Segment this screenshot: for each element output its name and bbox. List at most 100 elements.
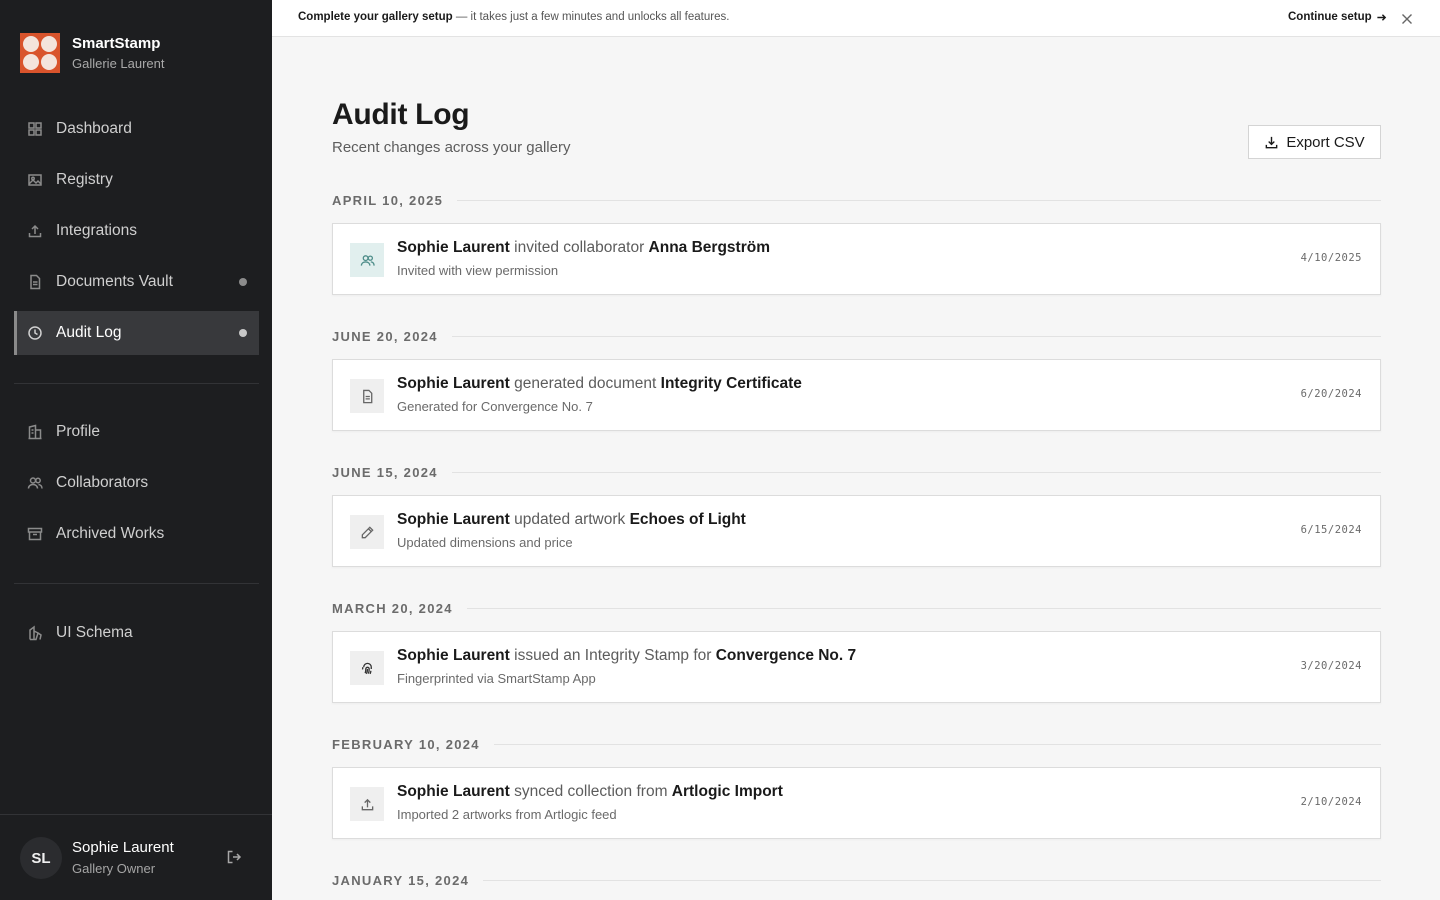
sidebar-item-documents-vault[interactable]: Documents Vault: [14, 260, 259, 304]
audit-entry-date: 4/10/2025: [1300, 252, 1362, 264]
date-group-label: APRIL 10, 2025: [332, 193, 1381, 208]
audit-entry[interactable]: Sophie Laurent invited collaborator Anna…: [332, 223, 1381, 295]
sidebar-item-label: Profile: [56, 423, 100, 440]
audit-entry-headline: Sophie Laurent issued an Integrity Stamp…: [397, 647, 856, 665]
audit-entry-date: 6/20/2024: [1300, 388, 1362, 400]
action-text: issued an Integrity Stamp for: [509, 647, 716, 664]
target-name: Integrity Certificate: [660, 375, 802, 392]
audit-entry-headline: Sophie Laurent synced collection from Ar…: [397, 783, 783, 801]
download-icon: [1265, 136, 1278, 148]
audit-entry[interactable]: Sophie Laurent synced collection from Ar…: [332, 767, 1381, 839]
sidebar-item-label: Collaborators: [56, 474, 149, 491]
arrow-right-icon: [1377, 13, 1386, 21]
target-name: Anna Bergström: [648, 239, 770, 256]
sidebar-item-audit-log[interactable]: Audit Log: [14, 311, 259, 355]
audit-entry-detail: Fingerprinted via SmartStamp App: [397, 671, 596, 686]
users-icon: [26, 474, 44, 492]
sidebar-divider: [14, 583, 259, 584]
audit-entry-detail: Generated for Convergence No. 7: [397, 399, 593, 414]
date-group-label: JUNE 15, 2024: [332, 465, 1381, 480]
archive-icon: [26, 525, 44, 543]
export-csv-button[interactable]: Export CSV: [1248, 125, 1381, 159]
continue-setup-label: Continue setup: [1288, 11, 1372, 23]
sidebar-item-label: Documents Vault: [56, 273, 173, 290]
tertiary-nav: UI Schema: [14, 611, 259, 662]
notification-dot: [239, 278, 247, 286]
audit-entry-headline: Sophie Laurent invited collaborator Anna…: [397, 239, 770, 257]
sidebar-item-label: UI Schema: [56, 624, 133, 641]
audit-entry-headline: Sophie Laurent generated document Integr…: [397, 375, 802, 393]
sidebar-item-ui-schema[interactable]: UI Schema: [14, 611, 259, 655]
date-group-text: JANUARY 15, 2024: [332, 873, 470, 888]
action-text: invited collaborator: [509, 239, 649, 256]
sidebar-item-profile[interactable]: Profile: [14, 410, 259, 454]
notification-dot: [239, 329, 247, 337]
action-text: synced collection from: [509, 783, 672, 800]
building-icon: [26, 423, 44, 441]
sidebar-divider: [14, 383, 259, 384]
audit-entry-headline: Sophie Laurent updated artwork Echoes of…: [397, 511, 746, 529]
banner-message: Complete your gallery setup — it takes j…: [298, 11, 729, 23]
date-group-text: JUNE 20, 2024: [332, 329, 438, 344]
document-icon: [26, 273, 44, 291]
sidebar-item-label: Archived Works: [56, 525, 165, 542]
audit-entry-date: 2/10/2024: [1300, 796, 1362, 808]
actor-name: Sophie Laurent: [397, 647, 510, 664]
divider-line: [466, 608, 1381, 609]
sidebar: SmartStamp Gallerie Laurent Dashboard Re…: [0, 0, 272, 900]
avatar[interactable]: SL: [20, 837, 62, 879]
divider-line: [451, 472, 1381, 473]
close-icon[interactable]: [1401, 12, 1413, 24]
users-icon: [350, 243, 384, 277]
brand-name: SmartStamp: [72, 34, 161, 52]
banner-text: — it takes just a few minutes and unlock…: [452, 11, 730, 23]
date-group-text: MARCH 20, 2024: [332, 601, 453, 616]
user-panel: SL Sophie Laurent Gallery Owner: [0, 814, 272, 900]
upload-icon: [350, 787, 384, 821]
document-icon: [350, 379, 384, 413]
pencil-icon: [350, 515, 384, 549]
sidebar-item-label: Registry: [56, 171, 113, 188]
target-name: Echoes of Light: [629, 511, 746, 528]
action-text: updated artwork: [509, 511, 630, 528]
page-title: Audit Log: [332, 98, 470, 131]
actor-name: Sophie Laurent: [397, 511, 510, 528]
audit-entry-detail: Imported 2 artworks from Artlogic feed: [397, 807, 617, 822]
secondary-nav: Profile Collaborators Archived Works: [14, 410, 259, 563]
audit-entry-detail: Updated dimensions and price: [397, 535, 573, 550]
actor-name: Sophie Laurent: [397, 375, 510, 392]
date-group-text: APRIL 10, 2025: [332, 193, 444, 208]
action-text: generated document: [509, 375, 661, 392]
export-csv-label: Export CSV: [1286, 133, 1365, 151]
continue-setup-link[interactable]: Continue setup: [1288, 11, 1387, 23]
date-group-label: MARCH 20, 2024: [332, 601, 1381, 616]
image-icon: [26, 171, 44, 189]
upload-icon: [26, 222, 44, 240]
page-subtitle: Recent changes across your gallery: [332, 139, 571, 156]
sidebar-item-registry[interactable]: Registry: [14, 158, 259, 202]
sidebar-item-dashboard[interactable]: Dashboard: [14, 107, 259, 151]
audit-entry-date: 3/20/2024: [1300, 660, 1362, 672]
banner-strong: Complete your gallery setup: [298, 11, 453, 23]
audit-entry-detail: Invited with view permission: [397, 263, 559, 278]
sidebar-item-collaborators[interactable]: Collaborators: [14, 461, 259, 505]
date-group-label: FEBRUARY 10, 2024: [332, 737, 1381, 752]
target-name: Convergence No. 7: [715, 647, 857, 664]
fingerprint-icon: [350, 651, 384, 685]
logout-icon[interactable]: [226, 849, 242, 865]
primary-nav: Dashboard Registry Integrations Document…: [14, 107, 259, 362]
user-role: Gallery Owner: [72, 861, 156, 876]
audit-entry[interactable]: Sophie Laurent generated document Integr…: [332, 359, 1381, 431]
sidebar-item-archived-works[interactable]: Archived Works: [14, 512, 259, 556]
audit-entry[interactable]: Sophie Laurent updated artwork Echoes of…: [332, 495, 1381, 567]
divider-line: [451, 336, 1381, 337]
brush-icon: [26, 624, 44, 642]
brand[interactable]: SmartStamp Gallerie Laurent: [20, 33, 165, 73]
divider-line: [483, 880, 1381, 881]
sidebar-item-integrations[interactable]: Integrations: [14, 209, 259, 253]
audit-entry[interactable]: Sophie Laurent issued an Integrity Stamp…: [332, 631, 1381, 703]
setup-banner: Complete your gallery setup — it takes j…: [272, 0, 1440, 37]
user-name: Sophie Laurent: [72, 839, 174, 856]
smartstamp-logo-icon: [20, 33, 60, 73]
sidebar-item-label: Dashboard: [56, 120, 132, 137]
